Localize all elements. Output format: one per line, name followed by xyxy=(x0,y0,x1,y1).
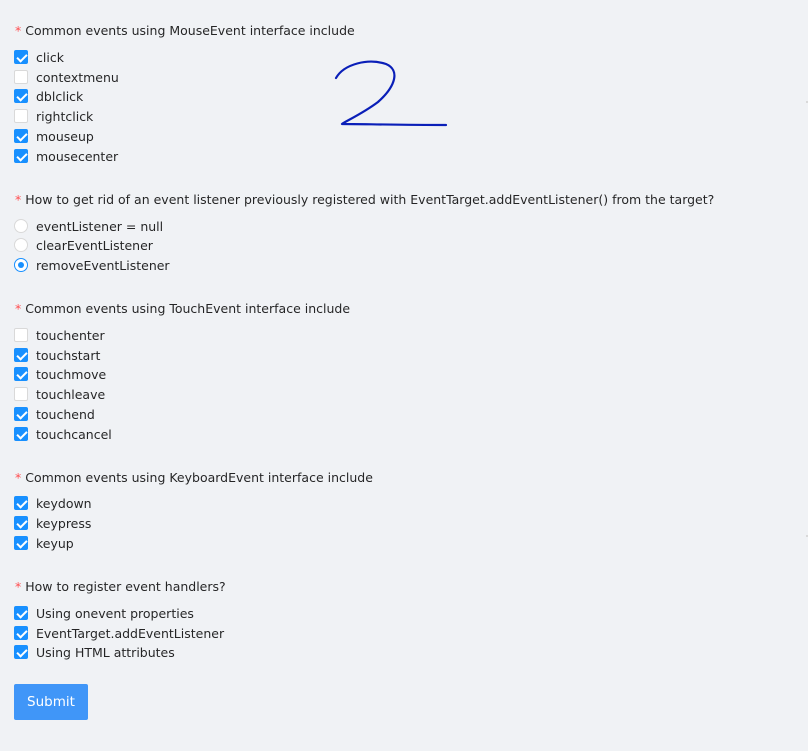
option-touchmove[interactable]: touchmove xyxy=(14,366,106,382)
radio-selected-icon[interactable] xyxy=(14,258,28,272)
required-mark: * xyxy=(15,192,22,207)
option-label: touchcancel xyxy=(36,426,112,442)
checkbox-checked-icon[interactable] xyxy=(14,367,28,381)
checkbox-checked-icon[interactable] xyxy=(14,407,28,421)
option-label: dblclick xyxy=(36,88,84,104)
checkbox-unchecked-icon[interactable] xyxy=(14,387,28,401)
option-label: removeEventListener xyxy=(36,257,170,273)
option-label: eventListener = null xyxy=(36,218,164,234)
checkbox-checked-icon[interactable] xyxy=(14,536,28,550)
option-keydown[interactable]: keydown xyxy=(14,495,92,511)
option-touchstart[interactable]: touchstart xyxy=(14,347,100,363)
question-3-label: * Common events using TouchEvent interfac… xyxy=(15,301,350,317)
question-1-label: * Common events using MouseEvent interfac… xyxy=(15,23,355,39)
option-label: contextmenu xyxy=(36,69,119,85)
handwritten-2-scribble xyxy=(334,60,448,127)
checkbox-checked-icon[interactable] xyxy=(14,50,28,64)
checkbox-checked-icon[interactable] xyxy=(14,149,28,163)
question-5-label: * How to register event handlers? xyxy=(15,579,226,595)
option-label: touchmove xyxy=(36,366,107,382)
checkbox-checked-icon[interactable] xyxy=(14,89,28,103)
checkbox-checked-icon[interactable] xyxy=(14,427,28,441)
checkbox-unchecked-icon[interactable] xyxy=(14,328,28,342)
option-label: rightclick xyxy=(36,108,94,124)
submit-button[interactable]: Submit xyxy=(14,684,88,720)
radio-unselected-icon[interactable] xyxy=(14,238,28,252)
question-text: How to register event handlers? xyxy=(25,579,226,594)
option-rightclick[interactable]: rightclick xyxy=(14,108,93,124)
option-dblclick[interactable]: dblclick xyxy=(14,88,83,104)
option-label: click xyxy=(36,49,64,65)
checkbox-checked-icon[interactable] xyxy=(14,645,28,659)
option-label: mousecenter xyxy=(36,148,119,164)
option-eventlistener-null[interactable]: eventListener = null xyxy=(14,218,163,234)
checkbox-unchecked-icon[interactable] xyxy=(14,109,28,123)
option-addeventlistener[interactable]: EventTarget.addEventListener xyxy=(14,625,224,641)
checkbox-unchecked-icon[interactable] xyxy=(14,70,28,84)
question-2-label: * How to get rid of an event listener pre… xyxy=(15,192,714,208)
checkbox-checked-icon[interactable] xyxy=(14,606,28,620)
option-mousecenter[interactable]: mousecenter xyxy=(14,148,118,164)
required-mark: * xyxy=(15,579,22,594)
option-label: EventTarget.addEventListener xyxy=(36,625,225,641)
option-removeeventlistener[interactable]: removeEventListener xyxy=(14,257,170,273)
checkbox-checked-icon[interactable] xyxy=(14,516,28,530)
option-label: touchend xyxy=(36,406,95,422)
checkbox-checked-icon[interactable] xyxy=(14,348,28,362)
question-text: How to get rid of an event listener prev… xyxy=(25,192,715,207)
option-label: keyup xyxy=(36,535,74,551)
option-label: touchstart xyxy=(36,347,101,363)
option-keyup[interactable]: keyup xyxy=(14,535,74,551)
option-label: touchenter xyxy=(36,327,105,343)
required-mark: * xyxy=(15,470,22,485)
option-touchenter[interactable]: touchenter xyxy=(14,327,105,343)
question-text: Common events using KeyboardEvent interf… xyxy=(25,470,373,485)
option-touchend[interactable]: touchend xyxy=(14,406,95,422)
option-label: mouseup xyxy=(36,128,94,144)
option-click[interactable]: click xyxy=(14,49,64,65)
option-onevent-properties[interactable]: Using onevent properties xyxy=(14,605,194,621)
required-mark: * xyxy=(15,301,22,316)
option-label: clearEventListener xyxy=(36,237,153,253)
question-text: Common events using MouseEvent interface… xyxy=(25,23,355,38)
option-keypress[interactable]: keypress xyxy=(14,515,91,531)
option-touchcancel[interactable]: touchcancel xyxy=(14,426,112,442)
option-label: touchleave xyxy=(36,386,106,402)
option-mouseup[interactable]: mouseup xyxy=(14,128,94,144)
question-4-label: * Common events using KeyboardEvent inter… xyxy=(15,470,373,486)
question-text: Common events using TouchEvent interface… xyxy=(25,301,351,316)
option-label: Using HTML attributes xyxy=(36,644,175,660)
required-mark: * xyxy=(15,23,22,38)
option-touchleave[interactable]: touchleave xyxy=(14,386,105,402)
checkbox-checked-icon[interactable] xyxy=(14,129,28,143)
option-label: Using onevent properties xyxy=(36,605,194,621)
option-label: keydown xyxy=(36,495,92,511)
option-contextmenu[interactable]: contextmenu xyxy=(14,69,119,85)
radio-unselected-icon[interactable] xyxy=(14,219,28,233)
checkbox-checked-icon[interactable] xyxy=(14,496,28,510)
checkbox-checked-icon[interactable] xyxy=(14,626,28,640)
option-cleareventlistener[interactable]: clearEventListener xyxy=(14,237,153,253)
option-html-attributes[interactable]: Using HTML attributes xyxy=(14,644,175,660)
option-label: keypress xyxy=(36,515,92,531)
